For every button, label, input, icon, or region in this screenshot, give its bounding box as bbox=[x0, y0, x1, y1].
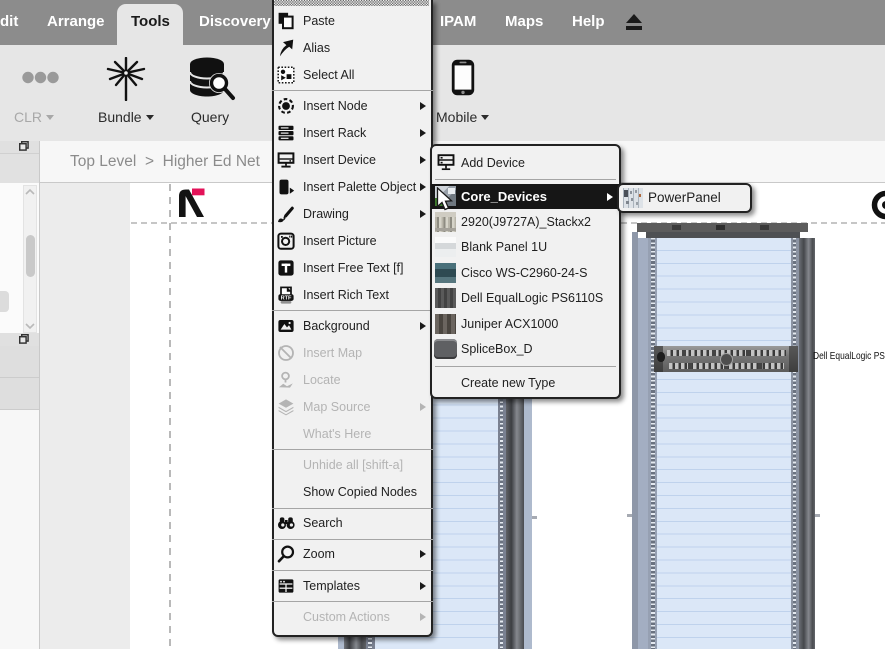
svg-text:RTF: RTF bbox=[281, 295, 292, 301]
